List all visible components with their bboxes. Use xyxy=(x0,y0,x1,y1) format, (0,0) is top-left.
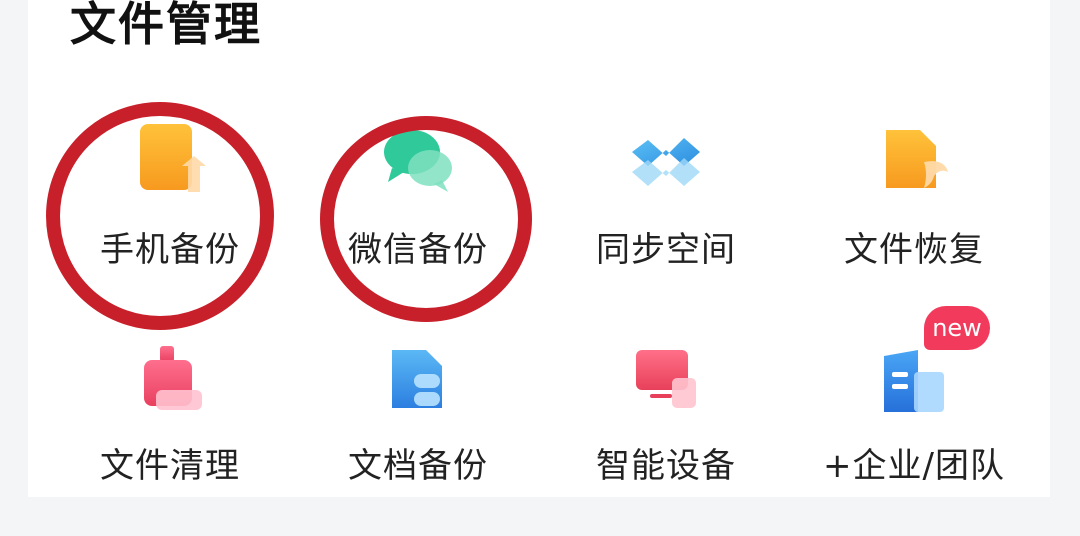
enterprise-team-label: +企业/团队 xyxy=(823,446,1005,486)
file-recovery-label: 文件恢复 xyxy=(844,230,984,270)
sync-space-tile[interactable]: 同步空间 xyxy=(566,122,766,312)
section-title: 文件管理 xyxy=(70,0,262,51)
phone-backup-tile[interactable]: 手机备份 xyxy=(70,122,270,312)
file-clean-icon xyxy=(144,346,202,410)
wechat-backup-icon xyxy=(384,130,452,192)
enterprise-team-tile[interactable]: +企业/团队 xyxy=(814,346,1014,536)
document-backup-icon xyxy=(392,350,442,408)
file-recovery-icon xyxy=(886,130,948,188)
file-clean-tile[interactable]: 文件清理 xyxy=(70,346,270,536)
smart-device-icon xyxy=(636,350,696,408)
enterprise-team-icon xyxy=(884,350,944,412)
wechat-backup-label: 微信备份 xyxy=(348,230,488,270)
smart-device-label: 智能设备 xyxy=(596,446,736,486)
phone-backup-icon xyxy=(140,124,206,192)
smart-device-tile[interactable]: 智能设备 xyxy=(566,346,766,536)
document-backup-label: 文档备份 xyxy=(348,446,488,486)
document-backup-tile[interactable]: 文档备份 xyxy=(318,346,518,536)
wechat-backup-tile[interactable]: 微信备份 xyxy=(318,122,518,312)
file-clean-label: 文件清理 xyxy=(100,446,240,486)
sync-space-label: 同步空间 xyxy=(596,230,736,270)
new-badge: new xyxy=(924,306,990,350)
phone-backup-label: 手机备份 xyxy=(100,230,240,270)
file-recovery-tile[interactable]: 文件恢复 xyxy=(814,122,1014,312)
sync-space-icon xyxy=(632,138,700,186)
